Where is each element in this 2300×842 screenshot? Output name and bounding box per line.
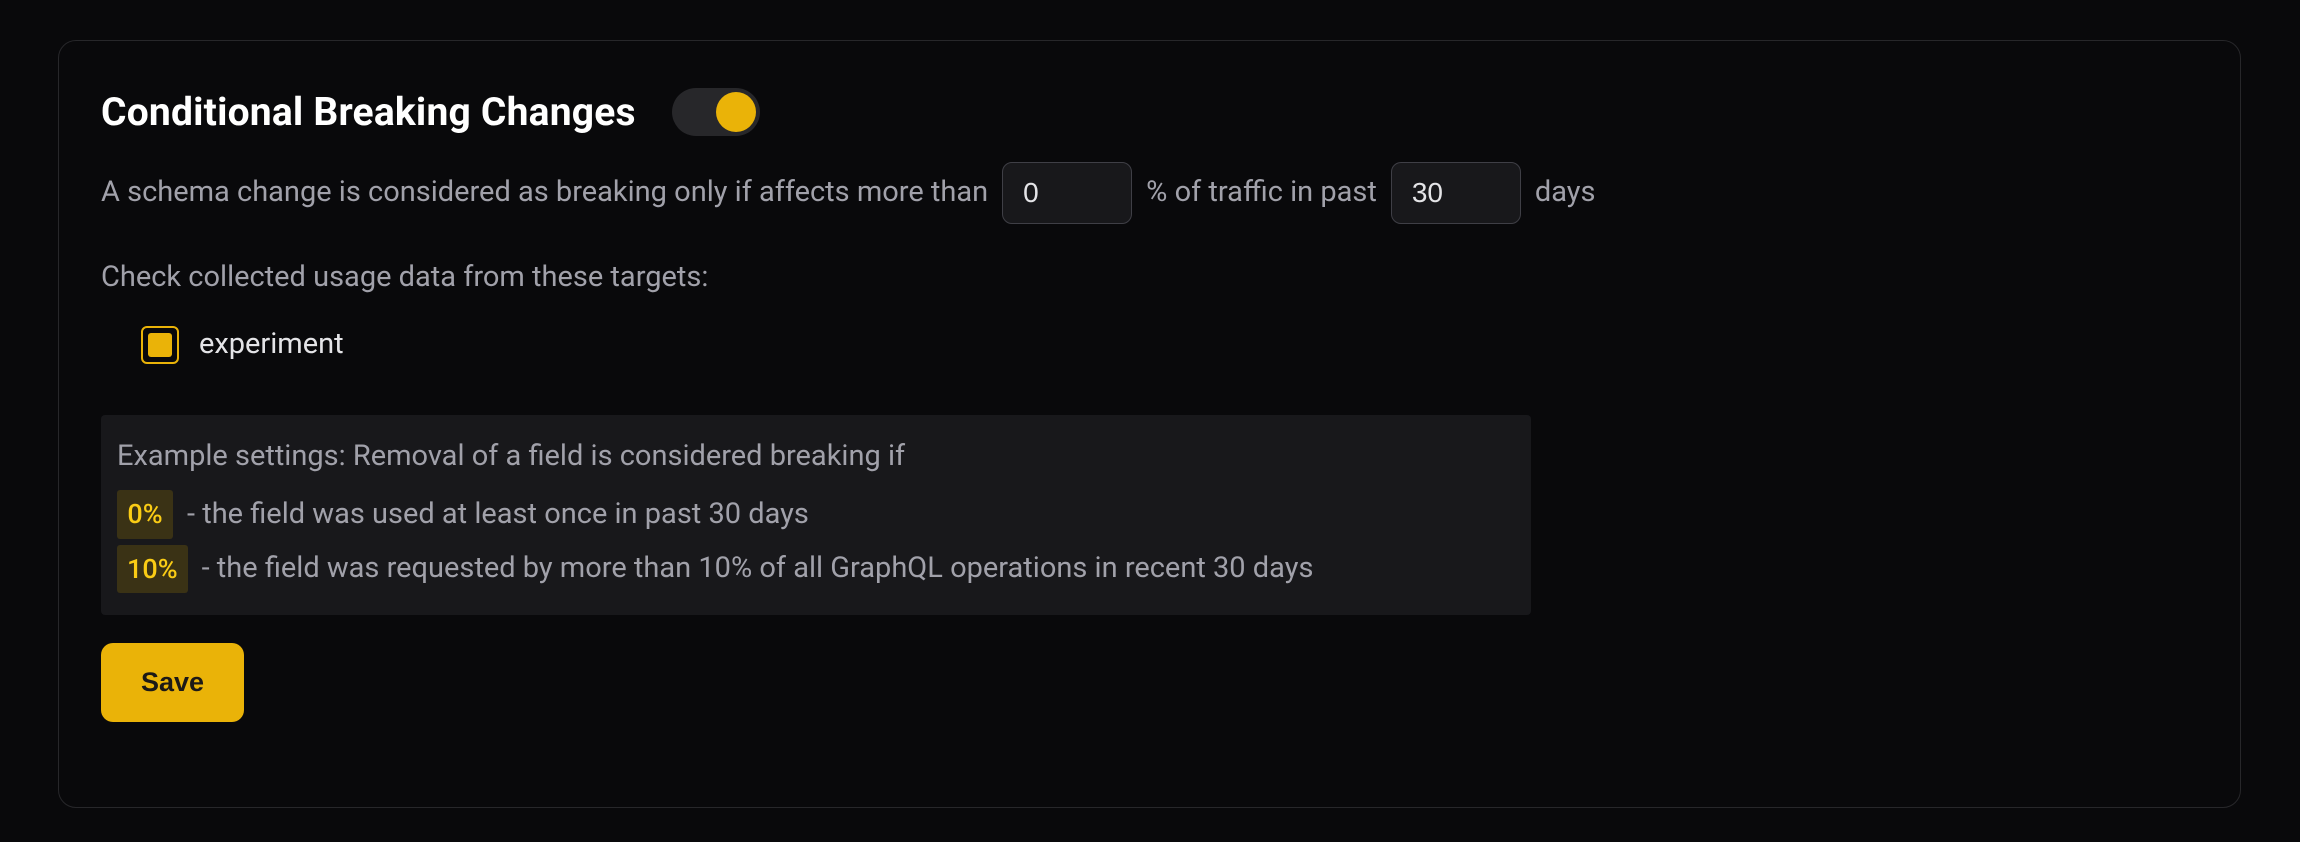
target-row: experiment — [141, 323, 2198, 367]
example-text-1: - the field was requested by more than 1… — [202, 547, 1314, 591]
toggle-knob — [716, 92, 756, 132]
target-checkbox-experiment[interactable] — [141, 326, 179, 364]
checkbox-fill — [148, 333, 172, 357]
example-row-1: 10% - the field was requested by more th… — [117, 545, 1515, 594]
save-button[interactable]: Save — [101, 643, 244, 722]
percent-input[interactable] — [1002, 162, 1132, 224]
example-intro: Example settings: Removal of a field is … — [117, 435, 1515, 479]
example-badge-0: 0% — [117, 490, 173, 539]
threshold-suffix: days — [1535, 171, 1596, 215]
panel-title: Conditional Breaking Changes — [101, 83, 636, 142]
enable-toggle[interactable] — [672, 88, 760, 136]
days-input[interactable] — [1391, 162, 1521, 224]
breaking-changes-panel: Conditional Breaking Changes A schema ch… — [58, 40, 2241, 808]
example-text-0: - the field was used at least once in pa… — [187, 493, 809, 537]
threshold-mid: % of traffic in past — [1146, 171, 1377, 215]
example-badge-1: 10% — [117, 545, 188, 594]
threshold-sentence: A schema change is considered as breakin… — [101, 162, 2198, 224]
target-label: experiment — [199, 323, 344, 367]
example-box: Example settings: Removal of a field is … — [101, 415, 1531, 616]
targets-label: Check collected usage data from these ta… — [101, 256, 2198, 300]
threshold-prefix: A schema change is considered as breakin… — [101, 171, 988, 215]
panel-header: Conditional Breaking Changes — [101, 83, 2198, 142]
example-row-0: 0% - the field was used at least once in… — [117, 490, 1515, 539]
